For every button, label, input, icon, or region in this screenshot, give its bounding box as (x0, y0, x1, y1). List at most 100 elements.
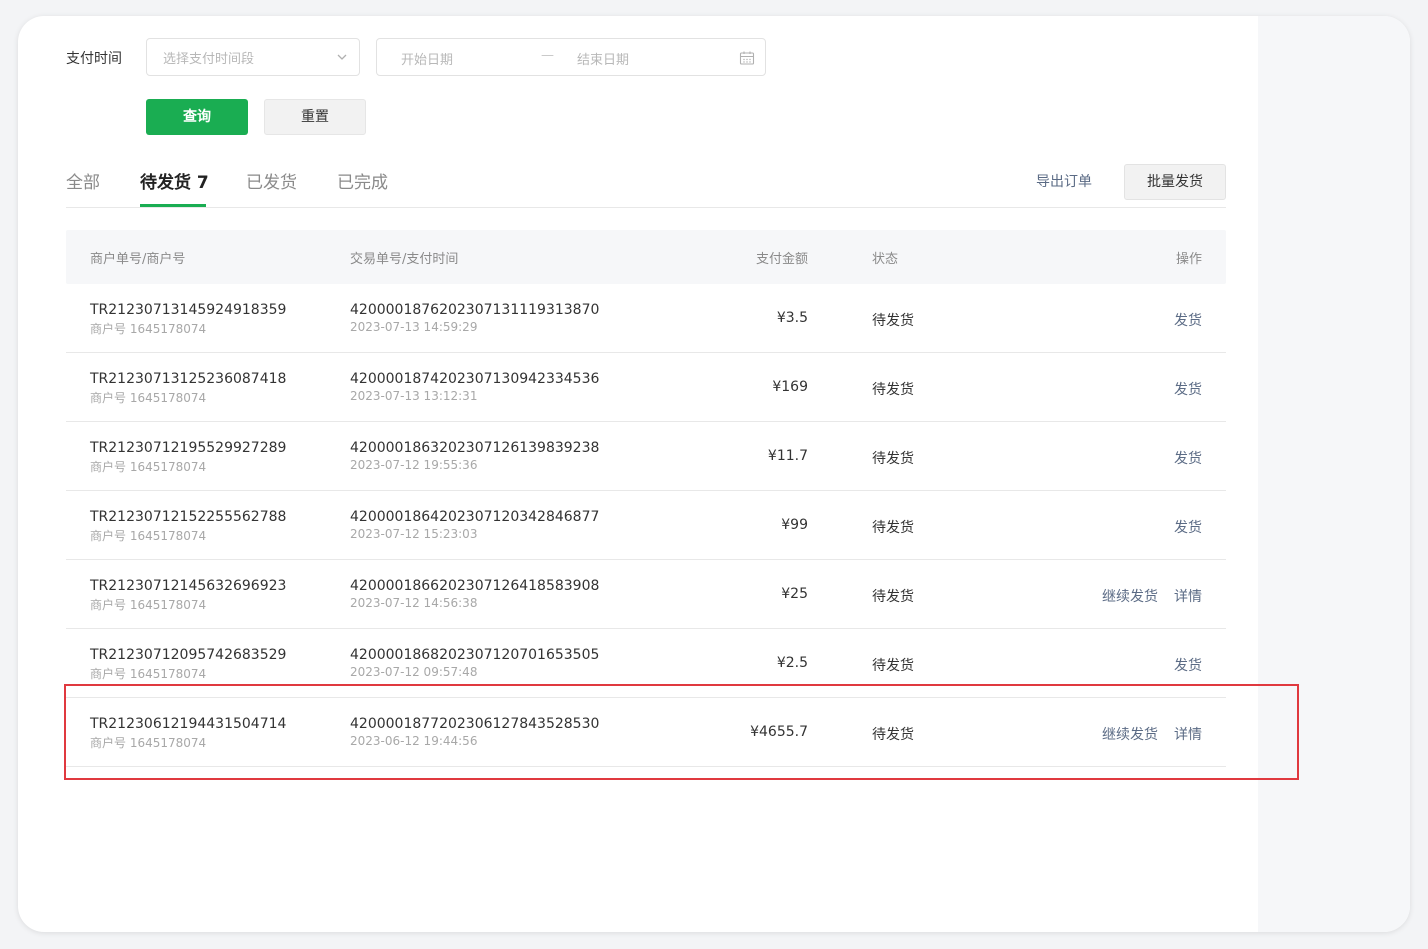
transaction-cell: 4200001866202307126418583908 2023-07-12 … (350, 578, 599, 610)
order-number: TR21230712145632696923 (90, 578, 287, 594)
table-row: TR21230712095742683529 商户号 1645178074 42… (66, 629, 1226, 698)
merchant-id: 商户号 1645178074 (90, 391, 207, 405)
transaction-number: 4200001863202307126139839238 (350, 440, 600, 456)
date-separator: — (541, 48, 554, 63)
transaction-cell: 4200001876202307131119313870 2023-07-13 … (350, 302, 599, 334)
orders-table: 商户单号/商户号 交易单号/支付时间 支付金额 状态 操作 TR21230713… (66, 230, 1226, 767)
payment-time-label: 支付时间 (66, 51, 122, 67)
order-number: TR21230712195529927289 (90, 440, 287, 456)
payment-amount: ¥4655.7 (750, 724, 808, 740)
start-date-input[interactable]: 开始日期 (401, 49, 453, 68)
details-link[interactable]: 详情 (1174, 589, 1202, 605)
order-status: 待发货 (872, 658, 914, 674)
payment-amount: ¥3.5 (776, 310, 808, 326)
payment-amount: ¥169 (772, 379, 808, 395)
merchant-id: 商户号 1645178074 (90, 529, 207, 543)
transaction-number: 4200001868202307120701653505 (350, 647, 600, 663)
merchant-id: 商户号 1645178074 (90, 736, 207, 750)
order-status: 待发货 (872, 727, 914, 743)
tab-completed[interactable]: 已完成 (337, 168, 388, 193)
order-number: TR21230713145924918359 (90, 302, 287, 318)
transaction-cell: 4200001874202307130942334536 2023-07-13 … (350, 371, 599, 403)
payment-time: 2023-07-12 14:56:38 (350, 596, 478, 610)
transaction-number: 4200001874202307130942334536 (350, 371, 600, 387)
continue-ship-link[interactable]: 继续发货 (1102, 727, 1158, 743)
row-operations: 发货 (1174, 448, 1202, 468)
query-button[interactable]: 查询 (146, 99, 248, 135)
order-cell: TR21230712145632696923 商户号 1645178074 (90, 578, 286, 613)
header-transaction-time: 交易单号/支付时间 (350, 252, 459, 267)
details-link[interactable]: 详情 (1174, 727, 1202, 743)
side-shade (1258, 16, 1410, 932)
merchant-id: 商户号 1645178074 (90, 667, 207, 681)
payment-period-placeholder: 选择支付时间段 (163, 51, 255, 67)
transaction-cell: 4200001864202307120342846877 2023-07-12 … (350, 509, 599, 541)
payment-time: 2023-07-12 09:57:48 (350, 665, 478, 679)
tab-pending-shipment[interactable]: 待发货 7 (140, 168, 209, 193)
ship-link[interactable]: 发货 (1174, 658, 1202, 674)
order-status: 待发货 (872, 382, 914, 398)
order-number: TR21230712152255562788 (90, 509, 287, 525)
chevron-down-icon (337, 54, 347, 60)
transaction-cell: 4200001877202306127843528530 2023-06-12 … (350, 716, 599, 748)
transaction-number: 4200001877202306127843528530 (350, 716, 600, 732)
merchant-id: 商户号 1645178074 (90, 460, 207, 474)
ship-link[interactable]: 发货 (1174, 382, 1202, 398)
order-number: TR21230713125236087418 (90, 371, 287, 387)
order-number: TR21230712095742683529 (90, 647, 287, 663)
active-tab-indicator (140, 204, 206, 207)
end-date-input[interactable]: 结束日期 (577, 49, 629, 68)
payment-time: 2023-07-12 15:23:03 (350, 527, 478, 541)
header-order-merchant: 商户单号/商户号 (90, 252, 186, 267)
table-row: TR21230712145632696923 商户号 1645178074 42… (66, 560, 1226, 629)
continue-ship-link[interactable]: 继续发货 (1102, 589, 1158, 605)
transaction-number: 4200001876202307131119313870 (350, 302, 600, 318)
payment-period-select[interactable]: 选择支付时间段 (146, 38, 360, 76)
order-cell: TR21230712095742683529 商户号 1645178074 (90, 647, 286, 682)
payment-time: 2023-07-13 14:59:29 (350, 320, 478, 334)
order-number: TR21230612194431504714 (90, 716, 287, 732)
date-range-picker[interactable]: 开始日期 — 结束日期 (376, 38, 766, 76)
calendar-icon[interactable] (739, 50, 755, 66)
tab-all[interactable]: 全部 (66, 168, 100, 193)
row-operations: 发货 (1174, 379, 1202, 399)
order-cell: TR21230713145924918359 商户号 1645178074 (90, 302, 286, 337)
table-row: TR21230612194431504714 商户号 1645178074 42… (66, 698, 1226, 767)
payment-time: 2023-06-12 19:44:56 (350, 734, 478, 748)
order-cell: TR21230612194431504714 商户号 1645178074 (90, 716, 286, 751)
order-cell: TR21230712152255562788 商户号 1645178074 (90, 509, 286, 544)
tab-shipped[interactable]: 已发货 (246, 168, 297, 193)
header-operations: 操作 (1175, 252, 1202, 267)
header-status: 状态 (872, 252, 899, 267)
table-row: TR21230713125236087418 商户号 1645178074 42… (66, 353, 1226, 422)
row-operations: 发货 (1174, 517, 1202, 537)
order-status: 待发货 (872, 589, 914, 605)
ship-link[interactable]: 发货 (1174, 313, 1202, 329)
order-cell: TR21230713125236087418 商户号 1645178074 (90, 371, 286, 406)
table-body: TR21230713145924918359 商户号 1645178074 42… (66, 284, 1226, 767)
payment-time: 2023-07-12 19:55:36 (350, 458, 478, 472)
table-row: TR21230712152255562788 商户号 1645178074 42… (66, 491, 1226, 560)
reset-button[interactable]: 重置 (264, 99, 366, 135)
table-header: 商户单号/商户号 交易单号/支付时间 支付金额 状态 操作 (66, 230, 1226, 284)
row-operations: 继续发货 详情 (1102, 724, 1202, 744)
export-orders-link[interactable]: 导出订单 (1036, 171, 1092, 191)
payment-amount: ¥25 (781, 586, 808, 602)
payment-amount: ¥99 (781, 517, 808, 533)
transaction-cell: 4200001868202307120701653505 2023-07-12 … (350, 647, 599, 679)
payment-amount: ¥2.5 (776, 655, 808, 671)
row-operations: 发货 (1174, 655, 1202, 675)
order-status: 待发货 (872, 313, 914, 329)
transaction-number: 4200001864202307120342846877 (350, 509, 600, 525)
merchant-id: 商户号 1645178074 (90, 598, 207, 612)
ship-link[interactable]: 发货 (1174, 520, 1202, 536)
batch-ship-button[interactable]: 批量发货 (1124, 164, 1226, 200)
order-panel: 支付时间 选择支付时间段 开始日期 — 结束日期 查询 重置 全部 待发货 7 … (18, 16, 1410, 932)
payment-amount: ¥11.7 (767, 448, 808, 464)
order-status: 待发货 (872, 451, 914, 467)
order-cell: TR21230712195529927289 商户号 1645178074 (90, 440, 286, 475)
merchant-id: 商户号 1645178074 (90, 322, 207, 336)
ship-link[interactable]: 发货 (1174, 451, 1202, 467)
table-row: TR21230712195529927289 商户号 1645178074 42… (66, 422, 1226, 491)
row-operations: 发货 (1174, 310, 1202, 330)
